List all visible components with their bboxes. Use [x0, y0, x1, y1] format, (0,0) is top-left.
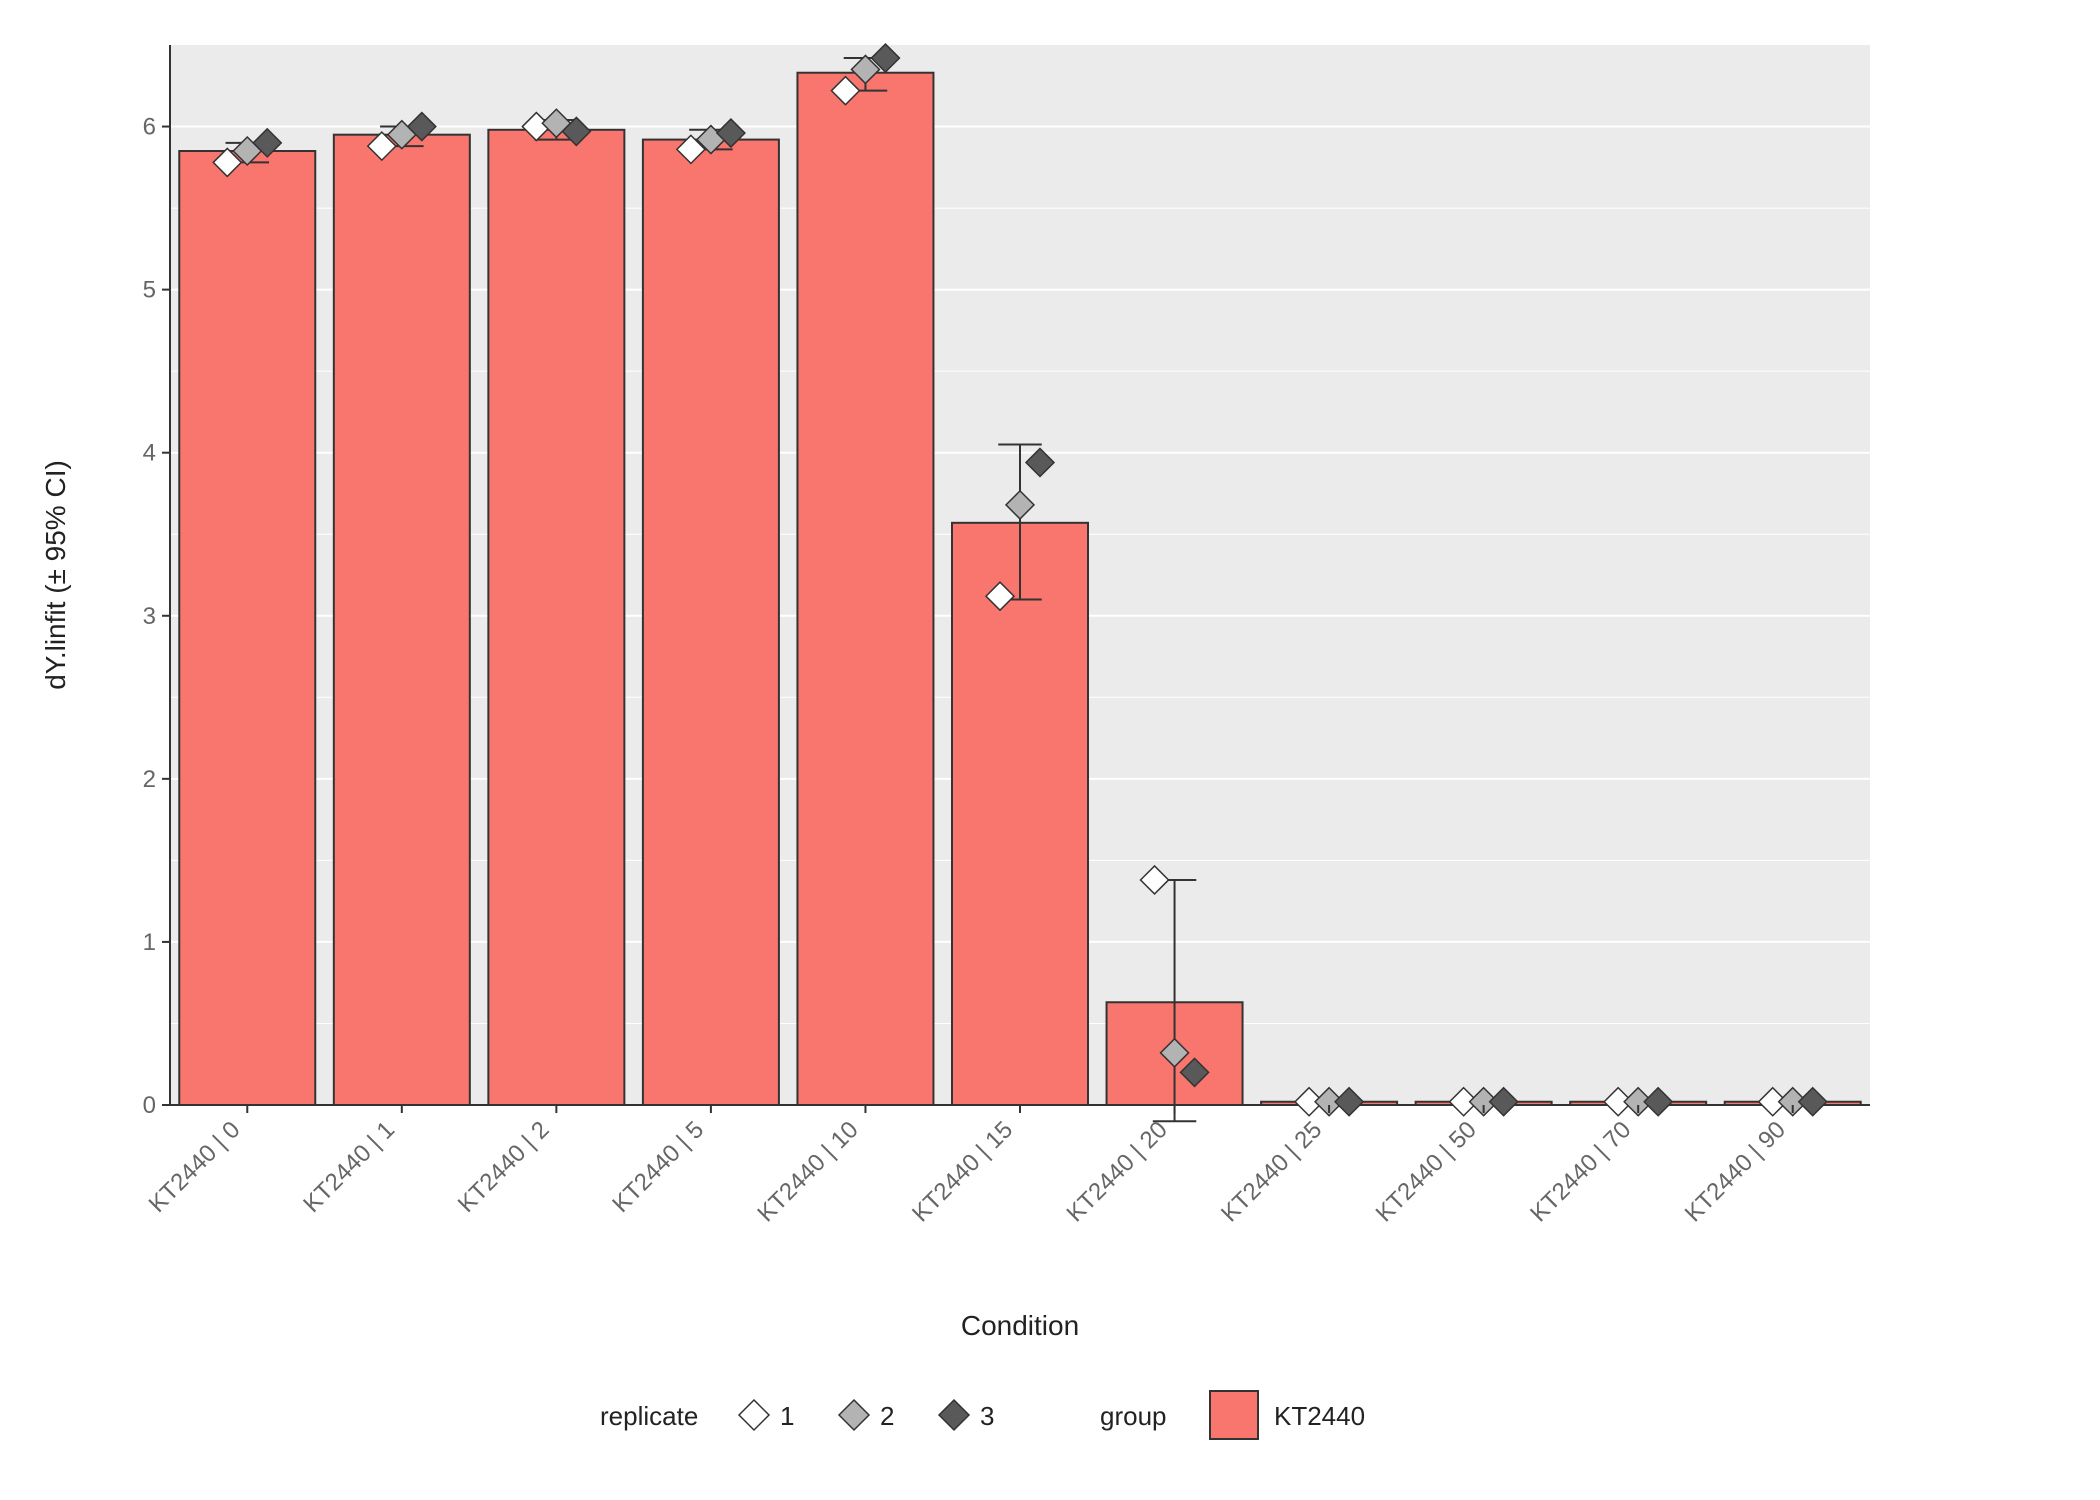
x-tick-label: KT2440 | 5 [607, 1116, 709, 1218]
bar [952, 523, 1088, 1105]
chart-container: 0 1 2 3 4 5 6 KT2440 | 0 KT2440 | 1 KT2440 | 2 KT2… [0, 0, 2100, 1500]
x-tick-label: KT2440 | 2 [453, 1116, 555, 1218]
y-tick-label: 5 [143, 277, 156, 304]
y-tick-label: 4 [143, 440, 156, 467]
x-axis-title: Condition [961, 1310, 1079, 1341]
legend-group-level: KT2440 [1274, 1401, 1365, 1431]
legend-diamond-icon [939, 1400, 969, 1430]
bar [179, 151, 315, 1105]
x-tick-label: KT2440 | 70 [1525, 1116, 1636, 1227]
y-tick-label: 2 [143, 766, 156, 793]
legend-diamond-icon [739, 1400, 769, 1430]
x-tick-label: KT2440 | 0 [144, 1116, 246, 1218]
legend-replicate-level: 2 [880, 1401, 894, 1431]
bar [488, 130, 624, 1105]
y-tick-label: 1 [143, 929, 156, 956]
x-tick-label: KT2440 | 25 [1216, 1116, 1327, 1227]
bar [334, 135, 470, 1105]
bar-chart: 0 1 2 3 4 5 6 KT2440 | 0 KT2440 | 1 KT2440 | 2 KT2… [0, 0, 2100, 1500]
legend-replicate-title: replicate [600, 1401, 698, 1431]
x-tick-label: KT2440 | 90 [1680, 1116, 1791, 1227]
x-tick-label: KT2440 | 10 [752, 1116, 863, 1227]
y-tick-label: 3 [143, 603, 156, 630]
bar [643, 140, 779, 1105]
y-tick-label: 6 [143, 114, 156, 141]
legend-group-title: group [1100, 1401, 1167, 1431]
y-tick-label: 0 [143, 1092, 156, 1119]
legend-replicate-level: 1 [780, 1401, 794, 1431]
legend-replicate-level: 3 [980, 1401, 994, 1431]
x-tick-label: KT2440 | 1 [298, 1116, 400, 1218]
legend-diamond-icon [839, 1400, 869, 1430]
y-axis-title: dY.linfit (± 95% CI) [40, 460, 71, 690]
x-tick-label: KT2440 | 50 [1371, 1116, 1482, 1227]
legend-swatch [1210, 1391, 1258, 1439]
x-tick-label: KT2440 | 15 [907, 1116, 1018, 1227]
x-tick-label: KT2440 | 20 [1062, 1116, 1173, 1227]
bar [797, 73, 933, 1105]
